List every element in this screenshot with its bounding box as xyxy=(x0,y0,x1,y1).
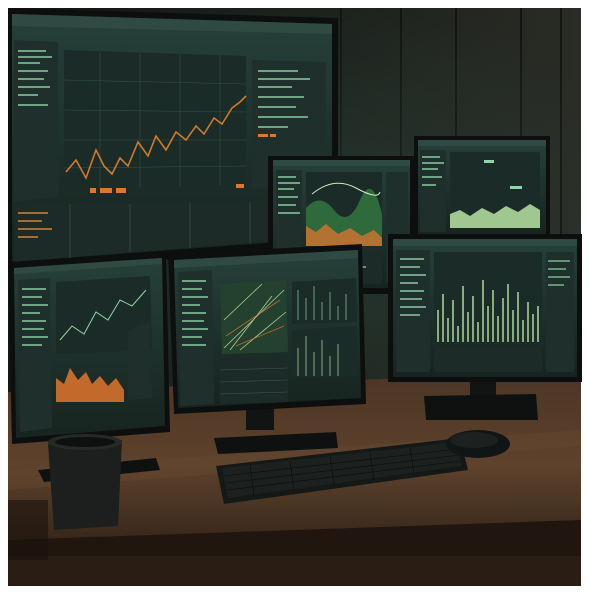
desk-shadow xyxy=(8,500,48,560)
top-right-monitor xyxy=(414,136,550,240)
trading-desk-photo xyxy=(0,0,589,594)
mouse xyxy=(446,430,510,458)
mug xyxy=(48,434,122,530)
